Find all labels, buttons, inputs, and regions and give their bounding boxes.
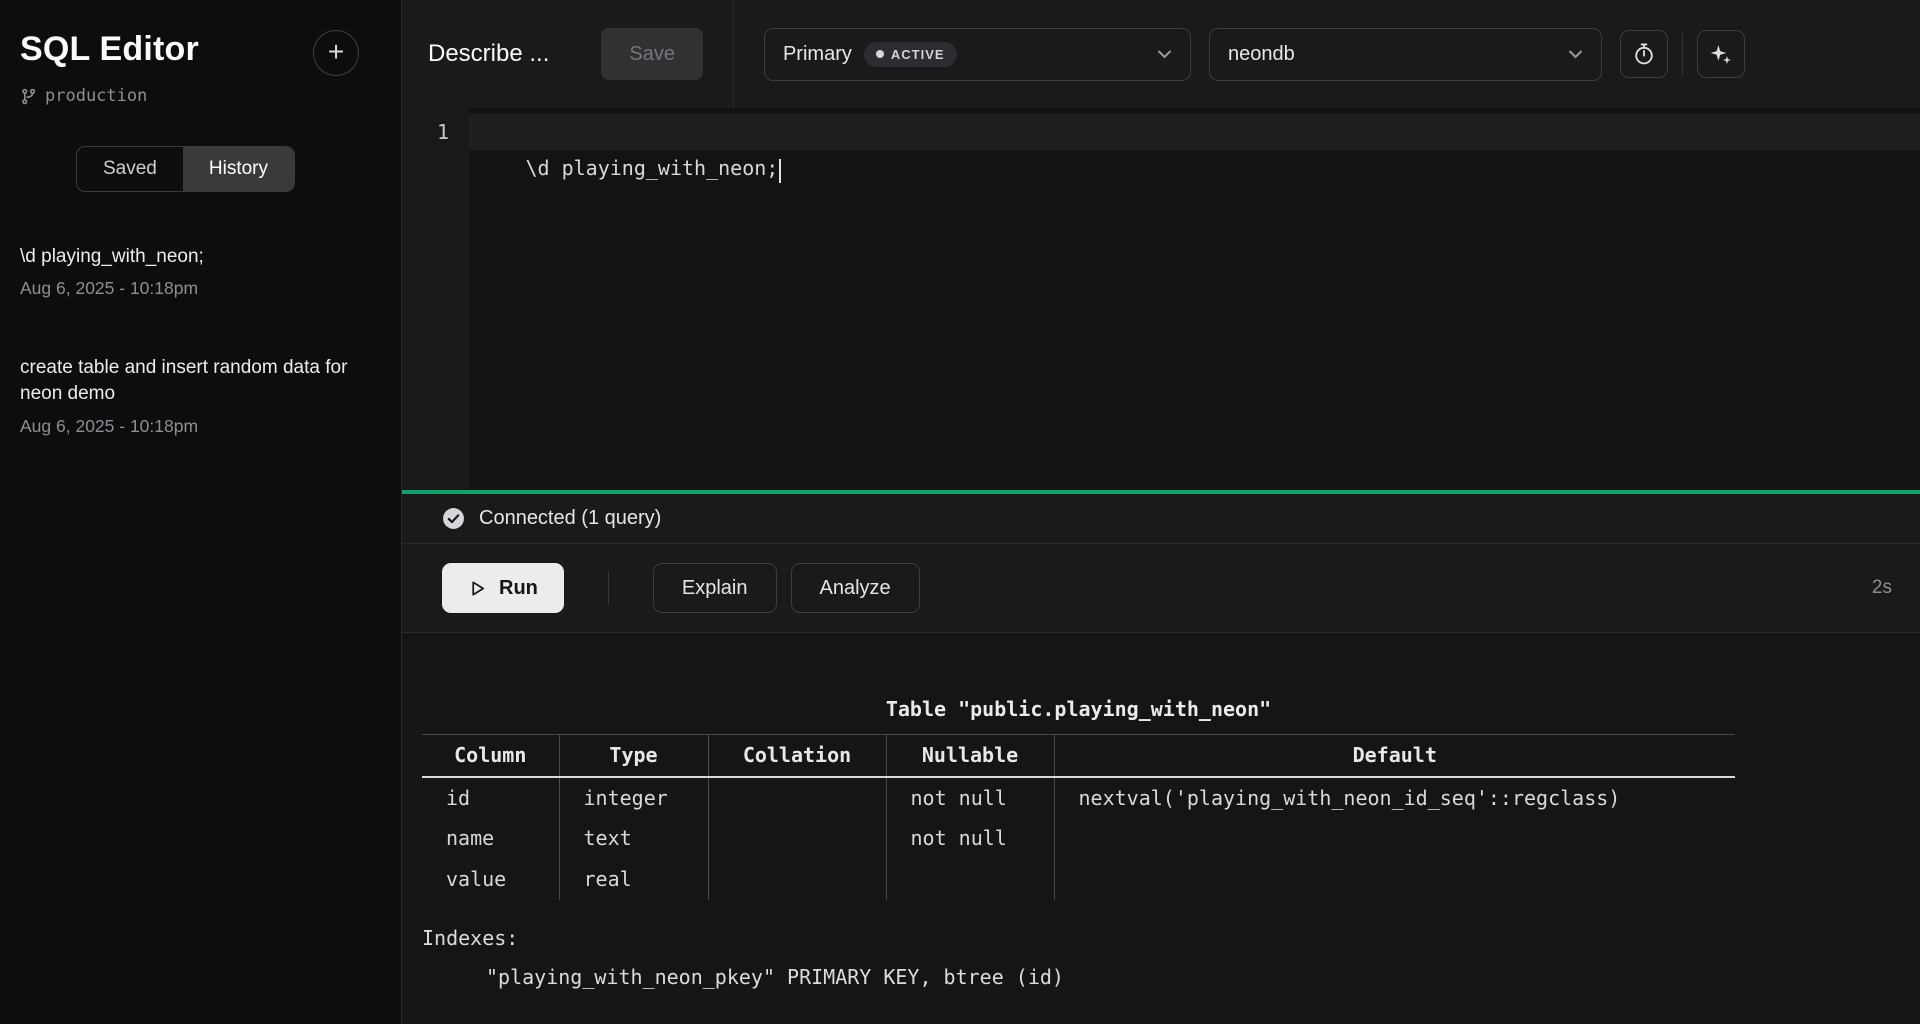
sidebar-header: SQL Editor + bbox=[20, 30, 381, 76]
results-table-title: Table "public.playing_with_neon" bbox=[422, 697, 1735, 721]
table-cell bbox=[708, 859, 886, 900]
database-selector[interactable]: neondb bbox=[1209, 28, 1602, 81]
table-cell: name bbox=[422, 818, 559, 859]
results-table: ColumnTypeCollationNullableDefault idint… bbox=[422, 734, 1735, 900]
column-header: Column bbox=[422, 735, 559, 777]
ai-assist-button[interactable] bbox=[1697, 30, 1745, 78]
toolbar-divider bbox=[733, 0, 734, 108]
code-line[interactable]: \d playing_with_neon; bbox=[469, 114, 1920, 150]
tab-history[interactable]: History bbox=[183, 147, 294, 191]
editor-gutter: 1 bbox=[402, 108, 469, 490]
branch-indicator: production bbox=[20, 86, 381, 106]
branch-selector-value: Primary bbox=[783, 43, 852, 66]
saved-history-tabs: Saved History bbox=[76, 146, 295, 192]
table-cell: nextval('playing_with_neon_id_seq'::regc… bbox=[1054, 777, 1735, 818]
table-row: nametext not null bbox=[422, 818, 1735, 859]
editor-code-pane[interactable]: \d playing_with_neon; bbox=[469, 108, 1920, 490]
check-circle-icon bbox=[442, 507, 465, 530]
history-timestamp: Aug 6, 2025 - 10:18pm bbox=[20, 278, 367, 299]
toolbar: Describe ... Save Primary ACTIVE neondb bbox=[402, 0, 1920, 108]
table-cell bbox=[708, 777, 886, 818]
explain-button[interactable]: Explain bbox=[653, 563, 777, 613]
main-panel: Describe ... Save Primary ACTIVE neondb bbox=[402, 0, 1920, 1024]
code-text: \d playing_with_neon; bbox=[525, 156, 778, 180]
database-selector-value: neondb bbox=[1228, 43, 1295, 66]
table-cell bbox=[708, 818, 886, 859]
sparkle-icon bbox=[1708, 42, 1733, 67]
page-title: SQL Editor bbox=[20, 30, 199, 69]
branch-selector[interactable]: Primary ACTIVE bbox=[764, 28, 1191, 81]
table-row: valuereal bbox=[422, 859, 1735, 900]
results-panel: Table "public.playing_with_neon" ColumnT… bbox=[402, 632, 1920, 1024]
active-badge: ACTIVE bbox=[864, 42, 957, 67]
branch-name: production bbox=[45, 86, 147, 106]
git-branch-icon bbox=[20, 88, 37, 105]
chevron-down-icon bbox=[1568, 49, 1583, 59]
action-bar: Run Explain Analyze 2s bbox=[402, 544, 1920, 632]
column-header: Collation bbox=[708, 735, 886, 777]
results-content: Table "public.playing_with_neon" ColumnT… bbox=[402, 697, 1920, 989]
column-header: Type bbox=[559, 735, 708, 777]
tab-saved[interactable]: Saved bbox=[77, 147, 183, 191]
save-button[interactable]: Save bbox=[601, 28, 703, 80]
column-header: Default bbox=[1054, 735, 1735, 777]
stopwatch-icon bbox=[1631, 41, 1657, 67]
history-query: \d playing_with_neon; bbox=[20, 244, 367, 270]
plus-icon: + bbox=[328, 38, 344, 66]
indexes-label: Indexes: bbox=[422, 926, 1920, 950]
index-entry: "playing_with_neon_pkey" PRIMARY KEY, bt… bbox=[422, 965, 1920, 989]
table-cell: text bbox=[559, 818, 708, 859]
status-dot bbox=[876, 50, 884, 58]
history-timestamp: Aug 6, 2025 - 10:18pm bbox=[20, 416, 367, 437]
history-item[interactable]: create table and insert random data for … bbox=[20, 355, 367, 436]
analyze-button[interactable]: Analyze bbox=[791, 563, 920, 613]
history-item[interactable]: \d playing_with_neon; Aug 6, 2025 - 10:18… bbox=[20, 244, 367, 299]
sidebar: SQL Editor + production Saved History \d… bbox=[0, 0, 402, 1024]
table-cell: not null bbox=[886, 818, 1054, 859]
query-duration: 2s bbox=[1872, 577, 1892, 599]
table-cell bbox=[1054, 859, 1735, 900]
results-header-row: ColumnTypeCollationNullableDefault bbox=[422, 735, 1735, 777]
column-header: Nullable bbox=[886, 735, 1054, 777]
query-title: Describe ... bbox=[428, 40, 549, 68]
results-table-body: idinteger not nullnextval('playing_with_n… bbox=[422, 777, 1735, 900]
table-cell: real bbox=[559, 859, 708, 900]
chevron-down-icon bbox=[1157, 49, 1172, 59]
sql-editor[interactable]: 1 \d playing_with_neon; bbox=[402, 108, 1920, 490]
table-cell bbox=[886, 859, 1054, 900]
line-number: 1 bbox=[402, 114, 469, 150]
table-cell bbox=[1054, 818, 1735, 859]
toolbar-divider bbox=[1682, 33, 1683, 75]
active-badge-label: ACTIVE bbox=[891, 47, 945, 62]
play-icon bbox=[468, 579, 487, 598]
query-timing-button[interactable] bbox=[1620, 30, 1668, 78]
connection-status-text: Connected (1 query) bbox=[479, 507, 661, 530]
run-button-label: Run bbox=[499, 577, 538, 600]
action-divider bbox=[608, 571, 609, 605]
table-cell: integer bbox=[559, 777, 708, 818]
sql-editor-app: SQL Editor + production Saved History \d… bbox=[0, 0, 1920, 1024]
table-cell: not null bbox=[886, 777, 1054, 818]
history-list: \d playing_with_neon; Aug 6, 2025 - 10:18… bbox=[20, 244, 381, 437]
new-query-button[interactable]: + bbox=[313, 30, 359, 76]
history-query: create table and insert random data for … bbox=[20, 355, 367, 407]
table-cell: id bbox=[422, 777, 559, 818]
run-button[interactable]: Run bbox=[442, 563, 564, 613]
text-cursor bbox=[779, 159, 781, 183]
table-cell: value bbox=[422, 859, 559, 900]
connection-status-bar: Connected (1 query) bbox=[402, 494, 1920, 544]
table-row: idinteger not nullnextval('playing_with_n… bbox=[422, 777, 1735, 818]
